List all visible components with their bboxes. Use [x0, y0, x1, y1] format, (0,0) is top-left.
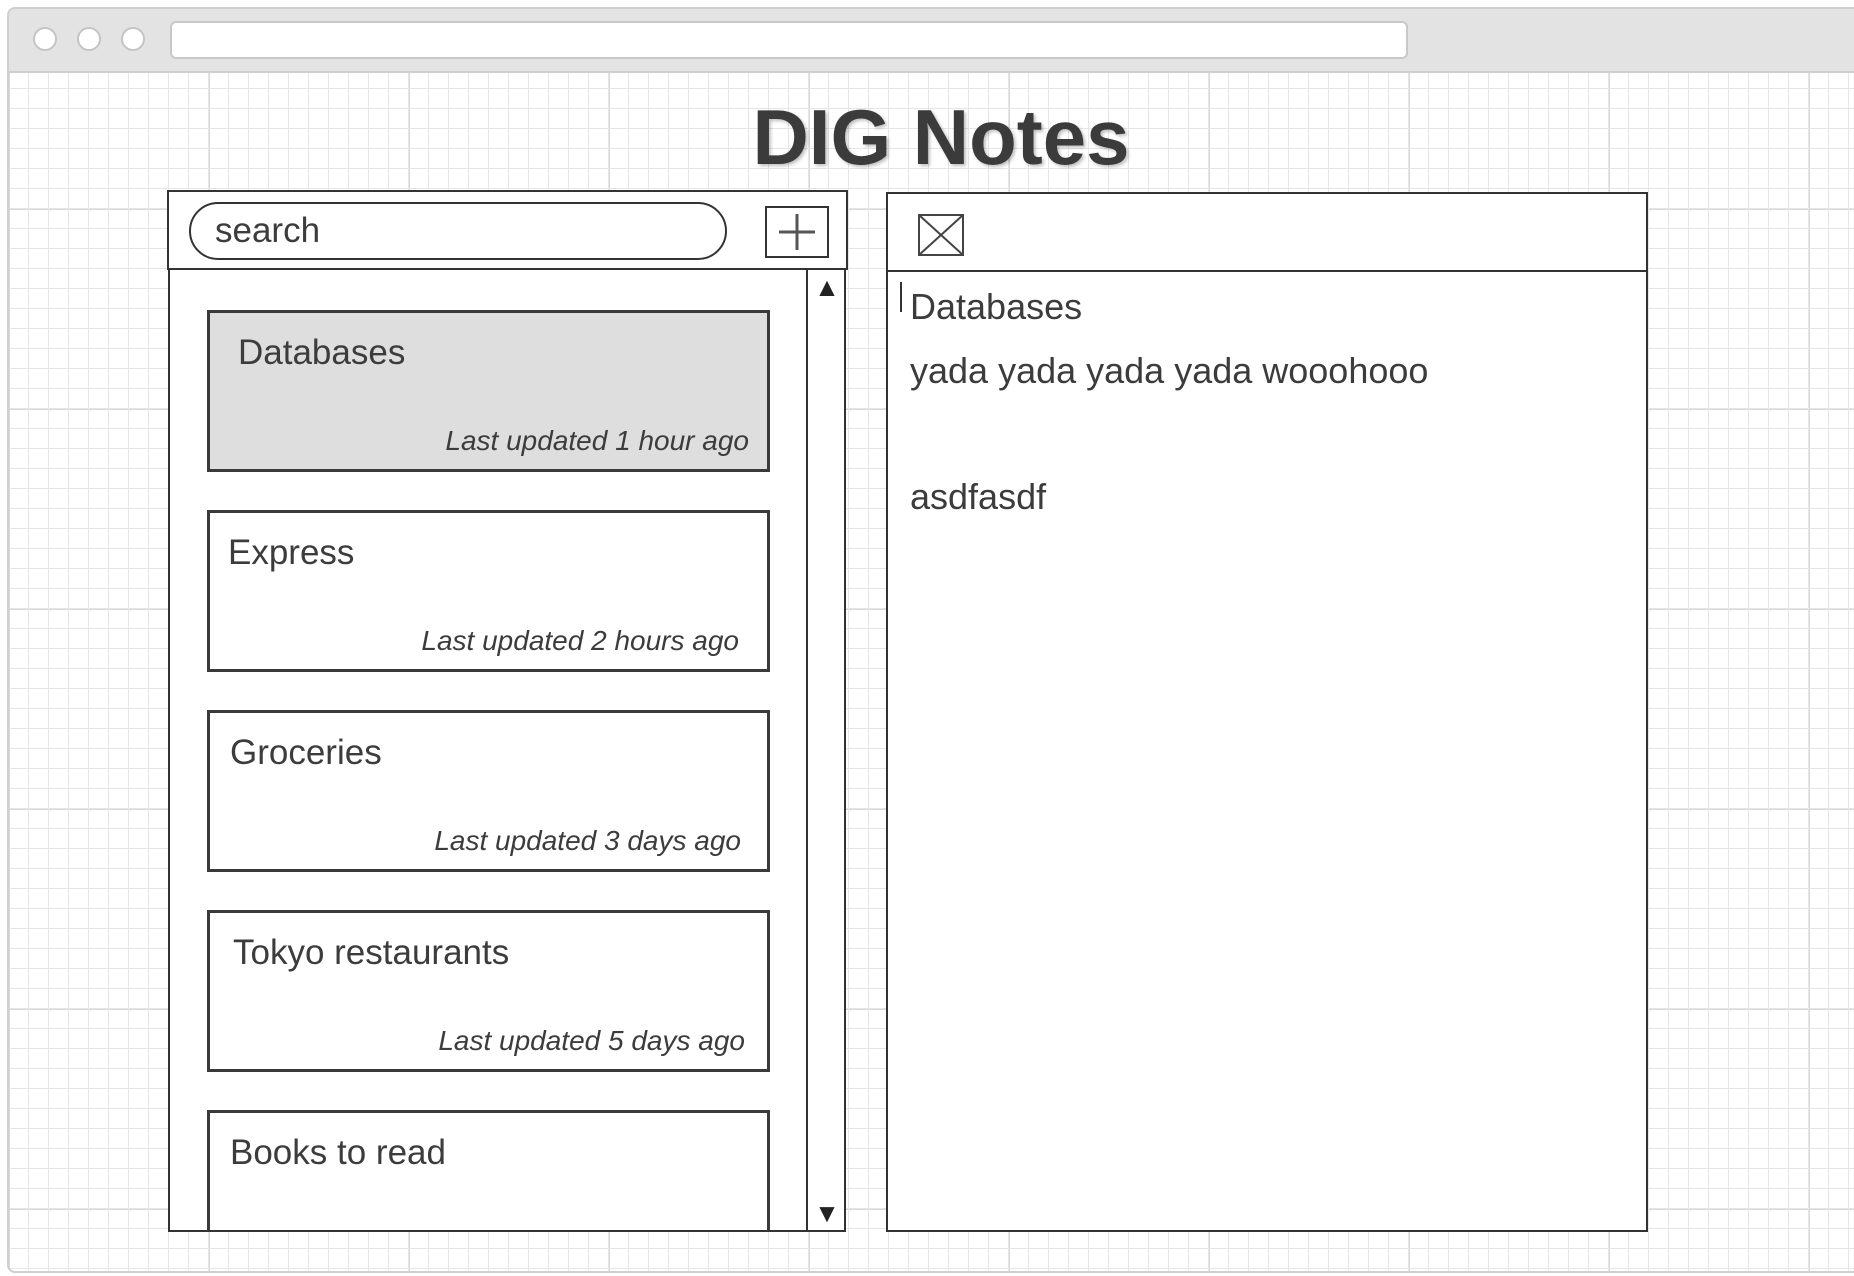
note-title: Tokyo restaurants	[233, 933, 510, 972]
add-note-button[interactable]	[765, 206, 829, 258]
search-bar	[167, 190, 848, 270]
notes-list[interactable]: Databases Last updated 1 hour ago Expres…	[168, 270, 846, 1232]
text-cursor	[900, 282, 902, 312]
note-editor[interactable]: Databases yada yada yada yada wooohooo a…	[886, 270, 1648, 1232]
window-minimize-dot[interactable]	[77, 27, 101, 51]
triangle-down-icon[interactable]: ▼	[808, 1198, 844, 1228]
note-card-books-to-read[interactable]: Books to read	[207, 1110, 770, 1230]
note-updated: Last updated 2 hours ago	[421, 625, 739, 656]
note-updated: Last updated 1 hour ago	[445, 425, 749, 456]
search-input[interactable]	[189, 202, 727, 260]
note-title: Databases	[238, 333, 406, 372]
editor-toolbar	[886, 192, 1648, 272]
browser-titlebar	[9, 9, 1854, 73]
app-title: DIG Notes	[752, 93, 1130, 181]
window-maximize-dot[interactable]	[121, 27, 145, 51]
window-close-dot[interactable]	[33, 27, 57, 51]
editor-line: yada yada yada yada wooohooo	[910, 350, 1429, 391]
note-title: Express	[228, 533, 355, 572]
note-title: Groceries	[230, 733, 382, 772]
address-bar[interactable]	[170, 21, 1408, 59]
note-title: Books to read	[230, 1133, 446, 1172]
editor-line: asdfasdf	[910, 476, 1047, 517]
editor-line: Databases	[910, 286, 1083, 327]
note-updated: Last updated 5 days ago	[438, 1025, 745, 1056]
note-card-tokyo-restaurants[interactable]: Tokyo restaurants Last updated 5 days ag…	[207, 910, 770, 1072]
plus-icon	[779, 214, 815, 250]
note-card-groceries[interactable]: Groceries Last updated 3 days ago	[207, 710, 770, 872]
notes-scrollbar[interactable]: ▲ ▼	[806, 270, 844, 1230]
note-card-express[interactable]: Express Last updated 2 hours ago	[207, 510, 770, 672]
triangle-up-icon[interactable]: ▲	[808, 272, 844, 302]
note-card-databases[interactable]: Databases Last updated 1 hour ago	[207, 310, 770, 472]
note-updated: Last updated 3 days ago	[434, 825, 741, 856]
close-box-icon[interactable]	[918, 214, 964, 256]
